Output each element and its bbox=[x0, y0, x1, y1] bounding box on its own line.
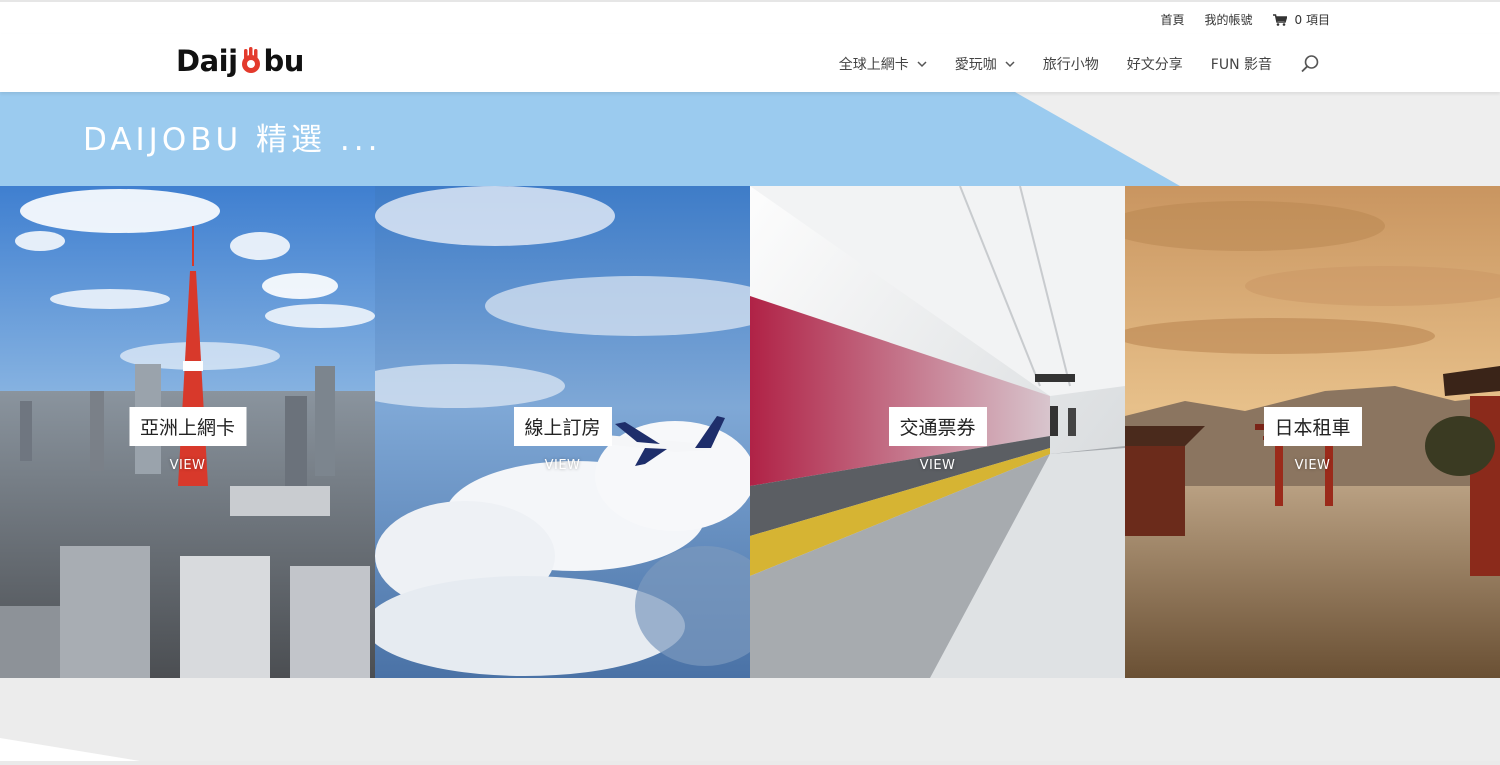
top-bar: 首頁 我的帳號 0 項目 bbox=[0, 0, 1500, 34]
page-bottom bbox=[0, 678, 1500, 761]
nav-label: 好文分享 bbox=[1126, 57, 1183, 73]
nav-label: 全球上網卡 bbox=[838, 57, 909, 73]
banner-title: DAIJOBU 精選 ... bbox=[83, 122, 382, 158]
tile-view-link[interactable]: VIEW bbox=[1295, 458, 1331, 473]
top-links: 首頁 我的帳號 0 項目 bbox=[1161, 11, 1330, 28]
cart-count: 0 項目 bbox=[1294, 13, 1330, 27]
category-tiles: 亞洲上網卡 VIEW 線上訂房 VIEW 交通票券 VIEW 日本租車 VIEW bbox=[0, 186, 1500, 678]
tile-hotel-booking[interactable]: 線上訂房 VIEW bbox=[375, 186, 750, 678]
featured-banner: DAIJOBU 精選 ... bbox=[0, 92, 1500, 186]
nav-item-articles[interactable]: 好文分享 bbox=[1127, 54, 1183, 74]
search-icon[interactable] bbox=[1300, 54, 1320, 74]
nav-label: 愛玩咖 bbox=[954, 57, 997, 73]
bottom-shape bbox=[0, 738, 140, 761]
tile-view-link[interactable]: VIEW bbox=[920, 458, 956, 473]
nav-item-global-sim[interactable]: 全球上網卡 bbox=[839, 54, 927, 74]
nav-item-travel-goods[interactable]: 旅行小物 bbox=[1043, 54, 1099, 74]
chevron-down-icon bbox=[1005, 60, 1015, 67]
cart-icon bbox=[1272, 13, 1287, 26]
account-link[interactable]: 我的帳號 bbox=[1205, 11, 1253, 28]
logo[interactable]: Daij bu bbox=[176, 44, 304, 78]
chevron-down-icon bbox=[917, 60, 927, 67]
logo-text-suffix: bu bbox=[263, 44, 305, 78]
tile-asia-sim[interactable]: 亞洲上網卡 VIEW bbox=[0, 186, 375, 678]
cart-link[interactable]: 0 項目 bbox=[1272, 11, 1330, 28]
main-header: Daij bu 全球上網卡 愛玩咖 旅行小物 好文分享 FUN 影音 bbox=[0, 34, 1500, 92]
logo-hand-icon bbox=[241, 47, 260, 73]
tile-view-link[interactable]: VIEW bbox=[545, 458, 581, 473]
tile-japan-car-rental[interactable]: 日本租車 VIEW bbox=[1125, 186, 1500, 678]
tile-label: 線上訂房 bbox=[513, 407, 612, 446]
nav-label: 旅行小物 bbox=[1042, 57, 1099, 73]
nav-item-fun[interactable]: 愛玩咖 bbox=[955, 54, 1015, 74]
home-link[interactable]: 首頁 bbox=[1161, 11, 1185, 28]
tile-transit-tickets[interactable]: 交通票券 VIEW bbox=[750, 186, 1125, 678]
tile-label: 亞洲上網卡 bbox=[128, 407, 247, 446]
tile-label: 交通票券 bbox=[888, 407, 987, 446]
nav-label: FUN 影音 bbox=[1210, 57, 1272, 73]
tile-label: 日本租車 bbox=[1263, 407, 1362, 446]
logo-text-prefix: Daij bbox=[176, 44, 238, 78]
tile-view-link[interactable]: VIEW bbox=[170, 458, 206, 473]
main-nav: 全球上網卡 愛玩咖 旅行小物 好文分享 FUN 影音 bbox=[839, 54, 1320, 74]
nav-item-videos[interactable]: FUN 影音 bbox=[1211, 54, 1272, 74]
